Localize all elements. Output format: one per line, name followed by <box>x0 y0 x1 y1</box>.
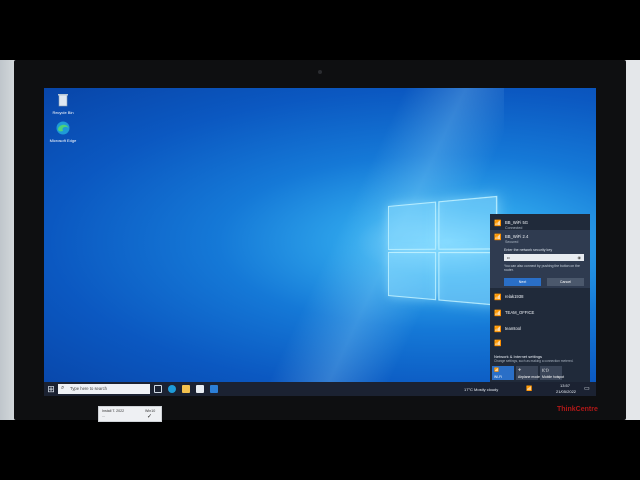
recycle-bin-icon <box>55 92 71 108</box>
network-name: BB_WiFi 2.4 <box>505 234 529 239</box>
edge-icon <box>55 120 71 136</box>
quick-action-label: Wi-Fi <box>494 375 502 379</box>
quick-action-mobile-hotspot[interactable]: ((·)) Mobile hotspot <box>540 366 565 380</box>
wifi-icon: 📶 <box>494 235 502 241</box>
wifi-icon: 📶 <box>494 367 499 372</box>
wifi-icon: 📶 <box>494 327 502 333</box>
task-view-icon[interactable] <box>154 385 162 393</box>
brand-logo: ThinkCentre <box>557 406 598 413</box>
security-key-input[interactable]: •• ◉ <box>504 254 584 261</box>
next-button[interactable]: Next <box>504 278 541 286</box>
taskbar: ⊞ ⌕ Type here to search 17°C Mostly clou… <box>44 382 596 396</box>
network-name: relak1938 <box>505 294 524 299</box>
edge-icon[interactable] <box>168 385 176 393</box>
desktop-icon-recycle-bin[interactable]: Recycle Bin <box>46 92 80 115</box>
sticker-text: ... <box>102 414 105 418</box>
search-icon: ⌕ <box>61 385 65 391</box>
desktop-icon-label: Microsoft Edge <box>49 138 77 143</box>
network-settings-subtext: Change settings, such as making a connec… <box>494 359 574 363</box>
store-icon[interactable] <box>196 385 204 393</box>
reveal-password-icon[interactable]: ◉ <box>578 255 582 260</box>
network-name: TEAM_OFFICE <box>505 310 535 315</box>
clock-time[interactable]: 13:57 <box>560 383 570 388</box>
network-item-selected[interactable]: 📶 BB_WiFi 2.4 Secured Enter the network … <box>490 230 590 288</box>
desktop-icon-label: Recycle Bin <box>52 110 74 115</box>
desktop-screen: Recycle Bin Microsoft Edge 📶 BB_WiFi 5G … <box>44 88 596 396</box>
monitor-sticker: Install T. 2022 ... Win10 ✓ <box>98 406 162 422</box>
wifi-icon: 📶 <box>494 295 502 301</box>
quick-action-airplane-mode[interactable]: ✈ Airplane mode <box>516 366 540 380</box>
hotspot-icon: ((·)) <box>542 367 549 372</box>
windows-logo-wallpaper <box>388 195 498 308</box>
taskbar-search-box[interactable]: ⌕ Type here to search <box>58 384 150 394</box>
start-button[interactable]: ⊞ <box>44 382 58 396</box>
network-status: Secured <box>505 240 519 244</box>
wps-hint-text: You can also connect by pushing the butt… <box>504 264 580 273</box>
clock-date[interactable]: 21/05/2022 <box>556 389 576 394</box>
quick-action-wifi[interactable]: 📶 Wi-Fi <box>492 366 514 380</box>
desktop-icon-edge[interactable]: Microsoft Edge <box>46 120 80 143</box>
security-key-label: Enter the network security key <box>504 248 553 252</box>
webcam <box>318 70 322 74</box>
tray-wifi-icon[interactable]: 📶 <box>526 386 532 392</box>
weather-widget[interactable]: 17°C Mostly cloudy <box>464 387 498 392</box>
quick-action-label: Mobile hotspot <box>542 375 565 379</box>
airplane-icon: ✈ <box>518 367 522 372</box>
network-flyout: 📶 BB_WiFi 5G Connected 📶 BB_WiFi 2.4 Sec… <box>490 214 590 382</box>
wifi-icon: 📶 <box>494 311 502 317</box>
windows-start-icon: ⊞ <box>47 384 55 394</box>
file-explorer-icon[interactable] <box>182 385 190 393</box>
search-placeholder: Type here to search <box>70 386 108 391</box>
notification-icon[interactable]: ▭ <box>584 385 590 392</box>
cancel-button[interactable]: Cancel <box>547 278 584 286</box>
check-icon: ✓ <box>147 414 153 420</box>
network-name: teamtool <box>505 326 522 331</box>
sticker-text: Install T. 2022 <box>102 409 125 413</box>
quick-action-label: Airplane mode <box>518 375 540 379</box>
security-key-value: •• <box>507 255 510 260</box>
wifi-icon: 📶 <box>494 341 502 347</box>
wifi-icon: 📶 <box>494 221 502 227</box>
mail-icon[interactable] <box>210 385 218 393</box>
network-name: BB_WiFi 5G <box>505 220 529 225</box>
